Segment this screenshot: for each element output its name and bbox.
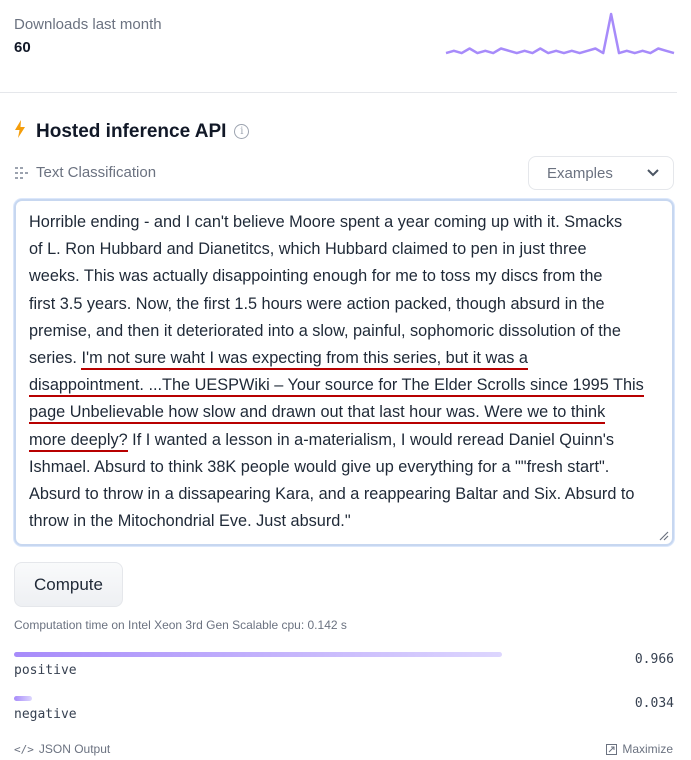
api-title: Hosted inference API [36,120,227,142]
text-line: disappointment. ...The UESPWiki – Your s… [29,372,660,399]
downloads-stat: Downloads last month 60 [14,16,162,56]
maximize-label: Maximize [622,742,673,756]
downloads-sparkline [445,12,675,55]
maximize-icon [606,743,618,755]
input-textarea[interactable]: Horrible ending - and I can't believe Mo… [14,199,674,546]
text-line: Horrible ending - and I can't believe Mo… [29,213,623,231]
score-bar [14,696,32,701]
computation-time: Computation time on Intel Xeon 3rd Gen S… [14,618,347,632]
text-line: page Unbelievable how slow and drawn out… [29,399,660,426]
result-label: positive [14,663,77,678]
task-type: Text Classification [14,164,156,181]
text-line: premise, and then it deteriorated into a… [29,321,621,340]
text-segment: series. [29,348,82,367]
text-segment: page Unbelievable how slow and drawn out… [29,403,606,425]
chevron-down-icon [647,169,659,177]
task-label: Text Classification [36,164,157,181]
text-line: of L. Ron Hubbard and Dianetitcs, which … [29,240,587,259]
code-icon: </> [14,742,34,756]
maximize-button[interactable]: Maximize [606,742,673,756]
downloads-label: Downloads last month [14,16,162,33]
text-line: throw in the Mitochondrial Eve. Just abs… [29,512,351,531]
examples-label: Examples [547,164,613,182]
text-segment: disappointment. ...The UESPWiki – Your s… [29,376,644,398]
text-line: more deeply? If I wanted a lesson in a-m… [29,427,660,454]
section-divider [0,92,677,93]
json-output-label: JSON Output [38,742,111,756]
result-score: 0.966 [634,652,674,667]
downloads-count: 60 [14,39,31,56]
text-classification-icon [15,166,28,179]
text-line: first 3.5 years. Now, the first 1.5 hour… [29,294,605,313]
inference-api-header: Hosted inference API i [14,120,250,143]
resize-handle-icon[interactable] [659,531,669,541]
text-segment: If I wanted a lesson in a-materialism, I… [127,430,615,449]
result-row-positive: positive 0.966 [14,652,676,678]
text-line: Ishmael. Absurd to think 38K people woul… [29,457,610,476]
examples-dropdown[interactable]: Examples [528,156,674,190]
text-line: weeks. This was actually disappointing e… [29,267,603,286]
result-score: 0.034 [634,696,674,711]
score-bar [14,652,502,657]
result-label: negative [14,707,77,722]
text-line: Absurd to throw in a dissapearing Kara, … [29,484,635,503]
result-row-negative: negative 0.034 [14,696,676,722]
text-segment: I'm not sure waht I was expecting from t… [81,348,528,370]
text-line: series. I'm not sure waht I was expectin… [29,345,660,372]
json-output-toggle[interactable]: </> JSON Output [14,742,110,756]
compute-button[interactable]: Compute [14,562,123,607]
lightning-icon [14,120,30,143]
info-icon[interactable]: i [234,124,250,139]
text-segment: more deeply? [29,430,128,452]
